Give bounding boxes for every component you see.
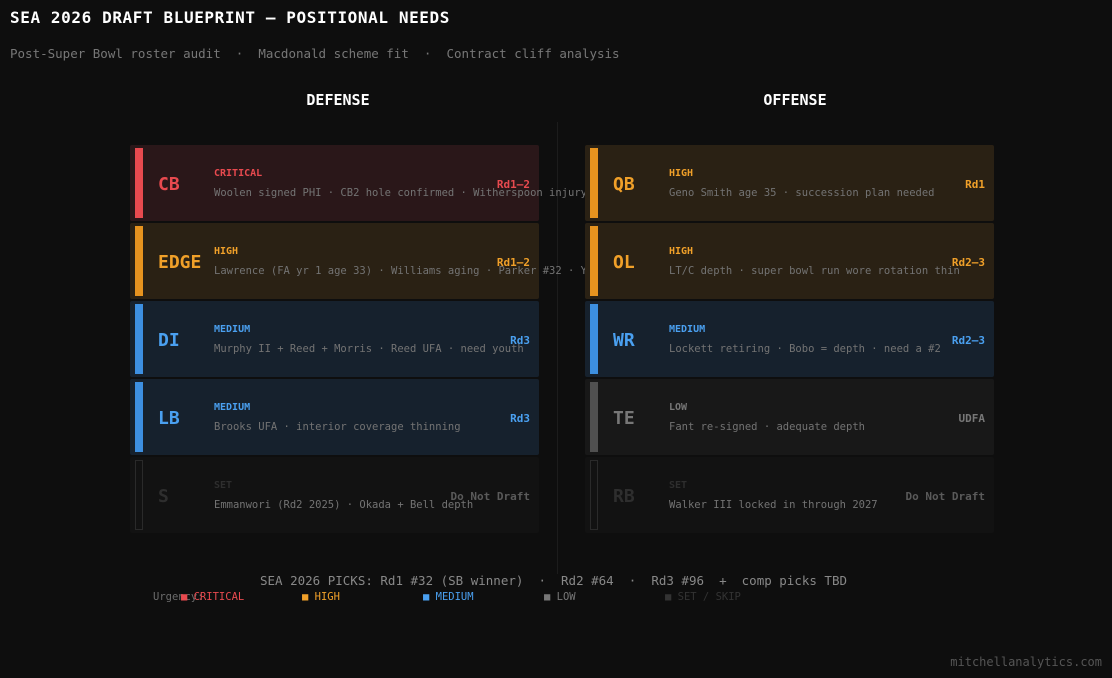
urgency-label: SET [214, 480, 233, 491]
urgency-bar [590, 382, 598, 452]
position-label: TE [613, 408, 635, 429]
page-subtitle: Post-Super Bowl roster audit · Macdonald… [10, 46, 620, 61]
position-note: Lockett retiring · Bobo = depth · need a… [669, 343, 941, 355]
position-card-te: TE LOW Fant re-signed · adequate depth UDFA [585, 379, 994, 455]
position-card-edge: EDGE HIGH Lawrence (FA yr 1 age 33) · Will… [130, 223, 638, 299]
position-note: Emmanwori (Rd2 2025) · Okada + Bell dept… [214, 499, 474, 511]
draft-round-label: Rd2–3 [951, 256, 985, 269]
legend-item: ■ CRITICAL [181, 591, 245, 603]
urgency-bar [135, 148, 143, 218]
urgency-bar [590, 304, 598, 374]
draft-round-label: UDFA [958, 412, 986, 425]
position-card-cb: CB CRITICAL Woolen signed PHI · CB2 hole c… [130, 145, 619, 221]
position-card-wr: WR MEDIUM Lockett retiring · Bobo = depth … [585, 301, 994, 377]
urgency-bar [135, 460, 143, 530]
draft-round-label: Rd3 [510, 334, 530, 347]
urgency-label: HIGH [669, 168, 694, 179]
draft-round-label: Do Not Draft [450, 490, 530, 503]
urgency-label: CRITICAL [214, 168, 263, 179]
draft-round-label: Rd1–2 [496, 178, 530, 191]
position-note: Walker III locked in through 2027 [669, 499, 878, 511]
legend-item: ■ LOW [544, 591, 576, 603]
position-note: Geno Smith age 35 · succession plan need… [669, 187, 935, 199]
position-card-s: S SET Emmanwori (Rd2 2025) · Okada + Bell … [130, 457, 539, 533]
urgency-label: LOW [669, 402, 688, 413]
urgency-bar [590, 148, 598, 218]
page-title: SEA 2026 DRAFT BLUEPRINT — POSITIONAL NE… [10, 8, 451, 27]
urgency-label: MEDIUM [669, 324, 706, 335]
position-label: QB [613, 174, 635, 195]
credit-text: mitchellanalytics.com [950, 655, 1102, 669]
position-label: EDGE [158, 252, 202, 273]
position-card-ol: OL HIGH LT/C depth · super bowl run wore r… [585, 223, 994, 299]
urgency-bar [590, 226, 598, 296]
position-label: DI [158, 330, 180, 351]
urgency-label: MEDIUM [214, 324, 251, 335]
defense-heading: DEFENSE [306, 91, 370, 109]
draft-round-label: Rd2–3 [951, 334, 985, 347]
position-note: Brooks UFA · interior coverage thinning [214, 421, 461, 433]
position-card-qb: QB HIGH Geno Smith age 35 · succession pla… [585, 145, 994, 221]
position-note: Murphy II + Reed + Morris · Reed UFA · n… [214, 343, 524, 355]
urgency-bar [135, 226, 143, 296]
draft-picks-summary: SEA 2026 PICKS: Rd1 #32 (SB winner) · Rd… [260, 573, 847, 588]
draft-round-label: Do Not Draft [905, 490, 985, 503]
position-label: OL [613, 252, 635, 273]
offense-heading: OFFENSE [763, 91, 827, 109]
urgency-label: HIGH [669, 246, 694, 257]
position-label: CB [158, 174, 180, 195]
position-note: Woolen signed PHI · CB2 hole confirmed ·… [214, 187, 619, 199]
urgency-bar [590, 460, 598, 530]
position-card-lb: LB MEDIUM Brooks UFA · interior coverage t… [130, 379, 539, 455]
urgency-bar [135, 382, 143, 452]
legend-item: ■ HIGH [302, 591, 340, 603]
urgency-label: HIGH [214, 246, 239, 257]
position-card-rb: RB SET Walker III locked in through 2027 Do… [585, 457, 994, 533]
legend-item: ■ MEDIUM [423, 591, 474, 603]
position-card-di: DI MEDIUM Murphy II + Reed + Morris · Reed… [130, 301, 539, 377]
legend-item: ■ SET / SKIP [665, 591, 741, 603]
position-note: LT/C depth · super bowl run wore rotatio… [669, 265, 960, 277]
position-label: LB [158, 408, 180, 429]
urgency-label: MEDIUM [214, 402, 251, 413]
urgency-bar [135, 304, 143, 374]
draft-round-label: Rd1 [965, 178, 985, 191]
position-label: WR [613, 330, 635, 351]
position-label: S [158, 486, 169, 507]
position-note: Fant re-signed · adequate depth [669, 421, 865, 433]
position-label: RB [613, 486, 635, 507]
draft-round-label: Rd3 [510, 412, 530, 425]
draft-round-label: Rd1–2 [496, 256, 530, 269]
urgency-label: SET [669, 480, 688, 491]
position-note: Lawrence (FA yr 1 age 33) · Williams agi… [214, 265, 638, 277]
